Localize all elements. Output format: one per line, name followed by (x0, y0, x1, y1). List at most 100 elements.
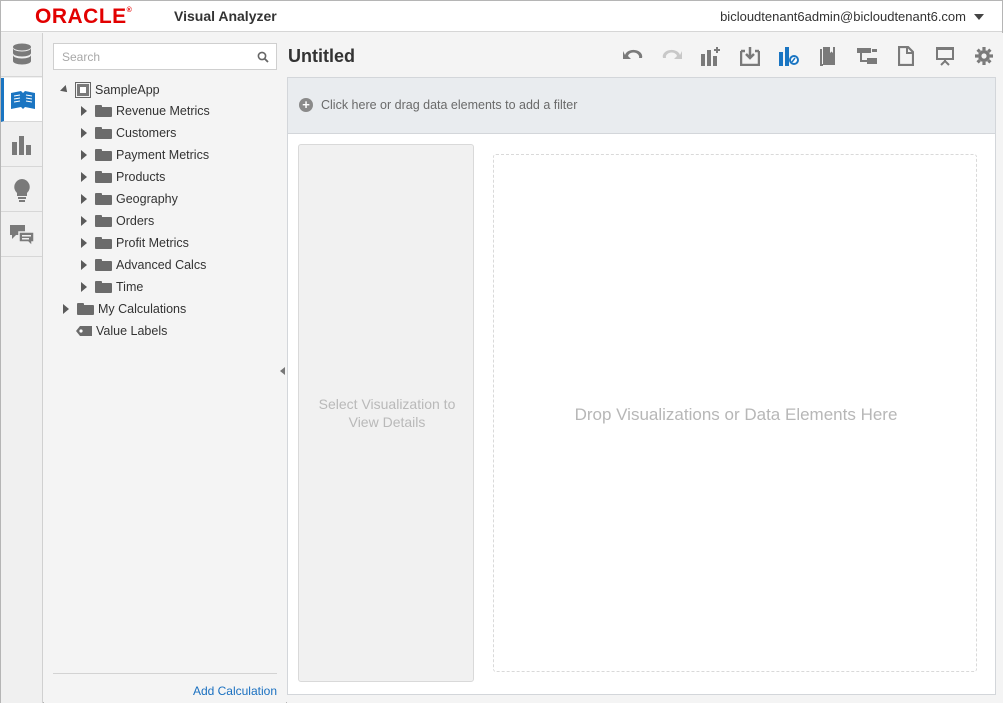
expand-triangle-icon[interactable] (81, 282, 87, 292)
tree-node-advanced-calcs[interactable]: Advanced Calcs (81, 255, 206, 275)
folder-icon (95, 281, 112, 293)
tree-label: Revenue Metrics (116, 104, 210, 118)
data-elements-panel: SampleApp Revenue Metrics Customers Paym… (44, 33, 286, 703)
export-icon (897, 46, 914, 66)
chat-bubbles-icon (9, 224, 35, 246)
brand-text: ORACLE (35, 5, 127, 28)
tree-node-products[interactable]: Products (81, 167, 165, 187)
expand-triangle-icon[interactable] (81, 128, 87, 138)
bookmark-button[interactable] (808, 42, 847, 70)
search-input[interactable] (54, 44, 244, 69)
hierarchy-button[interactable] (847, 42, 886, 70)
user-menu[interactable]: bicloudtenant6admin@bicloudtenant6.com (720, 9, 966, 24)
database-icon (12, 43, 31, 64)
filter-bar[interactable]: + Click here or drag data elements to ad… (287, 77, 996, 134)
hierarchy-icon (856, 48, 877, 64)
folder-icon (95, 171, 112, 183)
tree-label: SampleApp (95, 83, 160, 97)
presentation-icon (935, 47, 954, 66)
expand-triangle-icon[interactable] (81, 216, 87, 226)
tree-label: Advanced Calcs (116, 258, 207, 272)
details-panel: Select Visualization to View Details (298, 144, 474, 682)
expand-triangle-icon[interactable] (81, 260, 87, 270)
drop-hint: Drop Visualizations or Data Elements Her… (574, 405, 898, 424)
expand-triangle-icon[interactable] (81, 238, 87, 248)
add-calculation-link[interactable]: Add Calculation (193, 684, 277, 698)
undo-button[interactable] (613, 42, 652, 70)
tree-node-profit-metrics[interactable]: Profit Metrics (81, 233, 189, 253)
rail-visualizations[interactable] (1, 123, 42, 167)
top-header: ORACLE® Visual Analyzer bicloudtenant6ad… (1, 1, 1002, 32)
collapse-triangle-icon[interactable] (60, 85, 70, 95)
search-icon[interactable] (257, 51, 269, 63)
project-title[interactable]: Untitled (288, 46, 355, 67)
left-rail (1, 33, 43, 703)
search-box (53, 43, 277, 70)
expand-triangle-icon[interactable] (81, 172, 87, 182)
tree-node-revenue-metrics[interactable]: Revenue Metrics (81, 101, 210, 121)
add-data-button[interactable] (730, 42, 769, 70)
brand-registered-mark: ® (126, 7, 133, 14)
tree-label: My Calculations (98, 302, 187, 316)
tag-icon (76, 326, 92, 336)
filter-hint: Click here or drag data elements to add … (321, 98, 578, 112)
tree-node-customers[interactable]: Customers (81, 123, 176, 143)
folder-icon (95, 193, 112, 205)
folder-icon (95, 149, 112, 161)
tree-node-geography[interactable]: Geography (81, 189, 178, 209)
collapse-panel-handle[interactable] (280, 367, 285, 375)
oracle-logo: ORACLE® (35, 5, 132, 29)
tree-label: Time (116, 280, 144, 294)
app-window: ORACLE® Visual Analyzer bicloudtenant6ad… (0, 0, 1003, 703)
expand-triangle-icon[interactable] (81, 150, 87, 160)
tree-node-payment-metrics[interactable]: Payment Metrics (81, 145, 209, 165)
tree-label: Profit Metrics (116, 236, 189, 250)
rail-insights[interactable] (1, 168, 42, 212)
folder-icon (95, 259, 112, 271)
rail-comments[interactable] (1, 213, 42, 257)
redo-icon (662, 49, 682, 59)
user-name: bicloudtenant6admin@bicloudtenant6.com (720, 9, 966, 24)
add-data-icon (739, 47, 760, 66)
tree-label: Geography (116, 192, 178, 206)
toolbar (613, 42, 1003, 70)
presentation-button[interactable] (925, 42, 964, 70)
folder-icon (95, 127, 112, 139)
tree-node-my-calculations[interactable]: My Calculations (63, 299, 186, 319)
drop-zone[interactable]: Drop Visualizations or Data Elements Her… (493, 154, 977, 672)
bookmark-icon (819, 47, 835, 66)
settings-button[interactable] (964, 42, 1003, 70)
tree-label: Products (116, 170, 166, 184)
explore-button[interactable] (769, 42, 808, 70)
redo-button[interactable] (652, 42, 691, 70)
expand-triangle-icon[interactable] (63, 304, 69, 314)
tree-label: Payment Metrics (116, 148, 210, 162)
folder-icon (95, 105, 112, 117)
panel-footer-divider (53, 673, 277, 674)
rail-data-sources[interactable] (1, 33, 42, 77)
tree-label: Value Labels (96, 324, 168, 338)
open-book-icon (11, 90, 35, 109)
folder-icon (95, 215, 112, 227)
tree-node-value-labels[interactable]: Value Labels (76, 321, 167, 341)
tree-node-sampleapp[interactable]: SampleApp (60, 80, 160, 100)
export-button[interactable] (886, 42, 925, 70)
undo-icon (622, 49, 642, 59)
rail-data-elements[interactable] (1, 78, 42, 122)
folder-icon (95, 237, 112, 249)
chevron-down-icon[interactable] (974, 14, 984, 20)
folder-icon (77, 303, 94, 315)
explore-icon (778, 47, 799, 66)
lightbulb-icon (13, 178, 30, 202)
tree-label: Orders (116, 214, 155, 228)
expand-triangle-icon[interactable] (81, 194, 87, 204)
visualization-canvas: Select Visualization to View Details Dro… (287, 134, 996, 695)
add-visualization-icon (700, 47, 720, 66)
tree-label: Customers (116, 126, 177, 140)
add-filter-icon[interactable]: + (299, 98, 313, 112)
tree-node-orders[interactable]: Orders (81, 211, 154, 231)
add-visualization-button[interactable] (691, 42, 730, 70)
tree-node-time[interactable]: Time (81, 277, 143, 297)
expand-triangle-icon[interactable] (81, 106, 87, 116)
app-title: Visual Analyzer (174, 8, 277, 24)
